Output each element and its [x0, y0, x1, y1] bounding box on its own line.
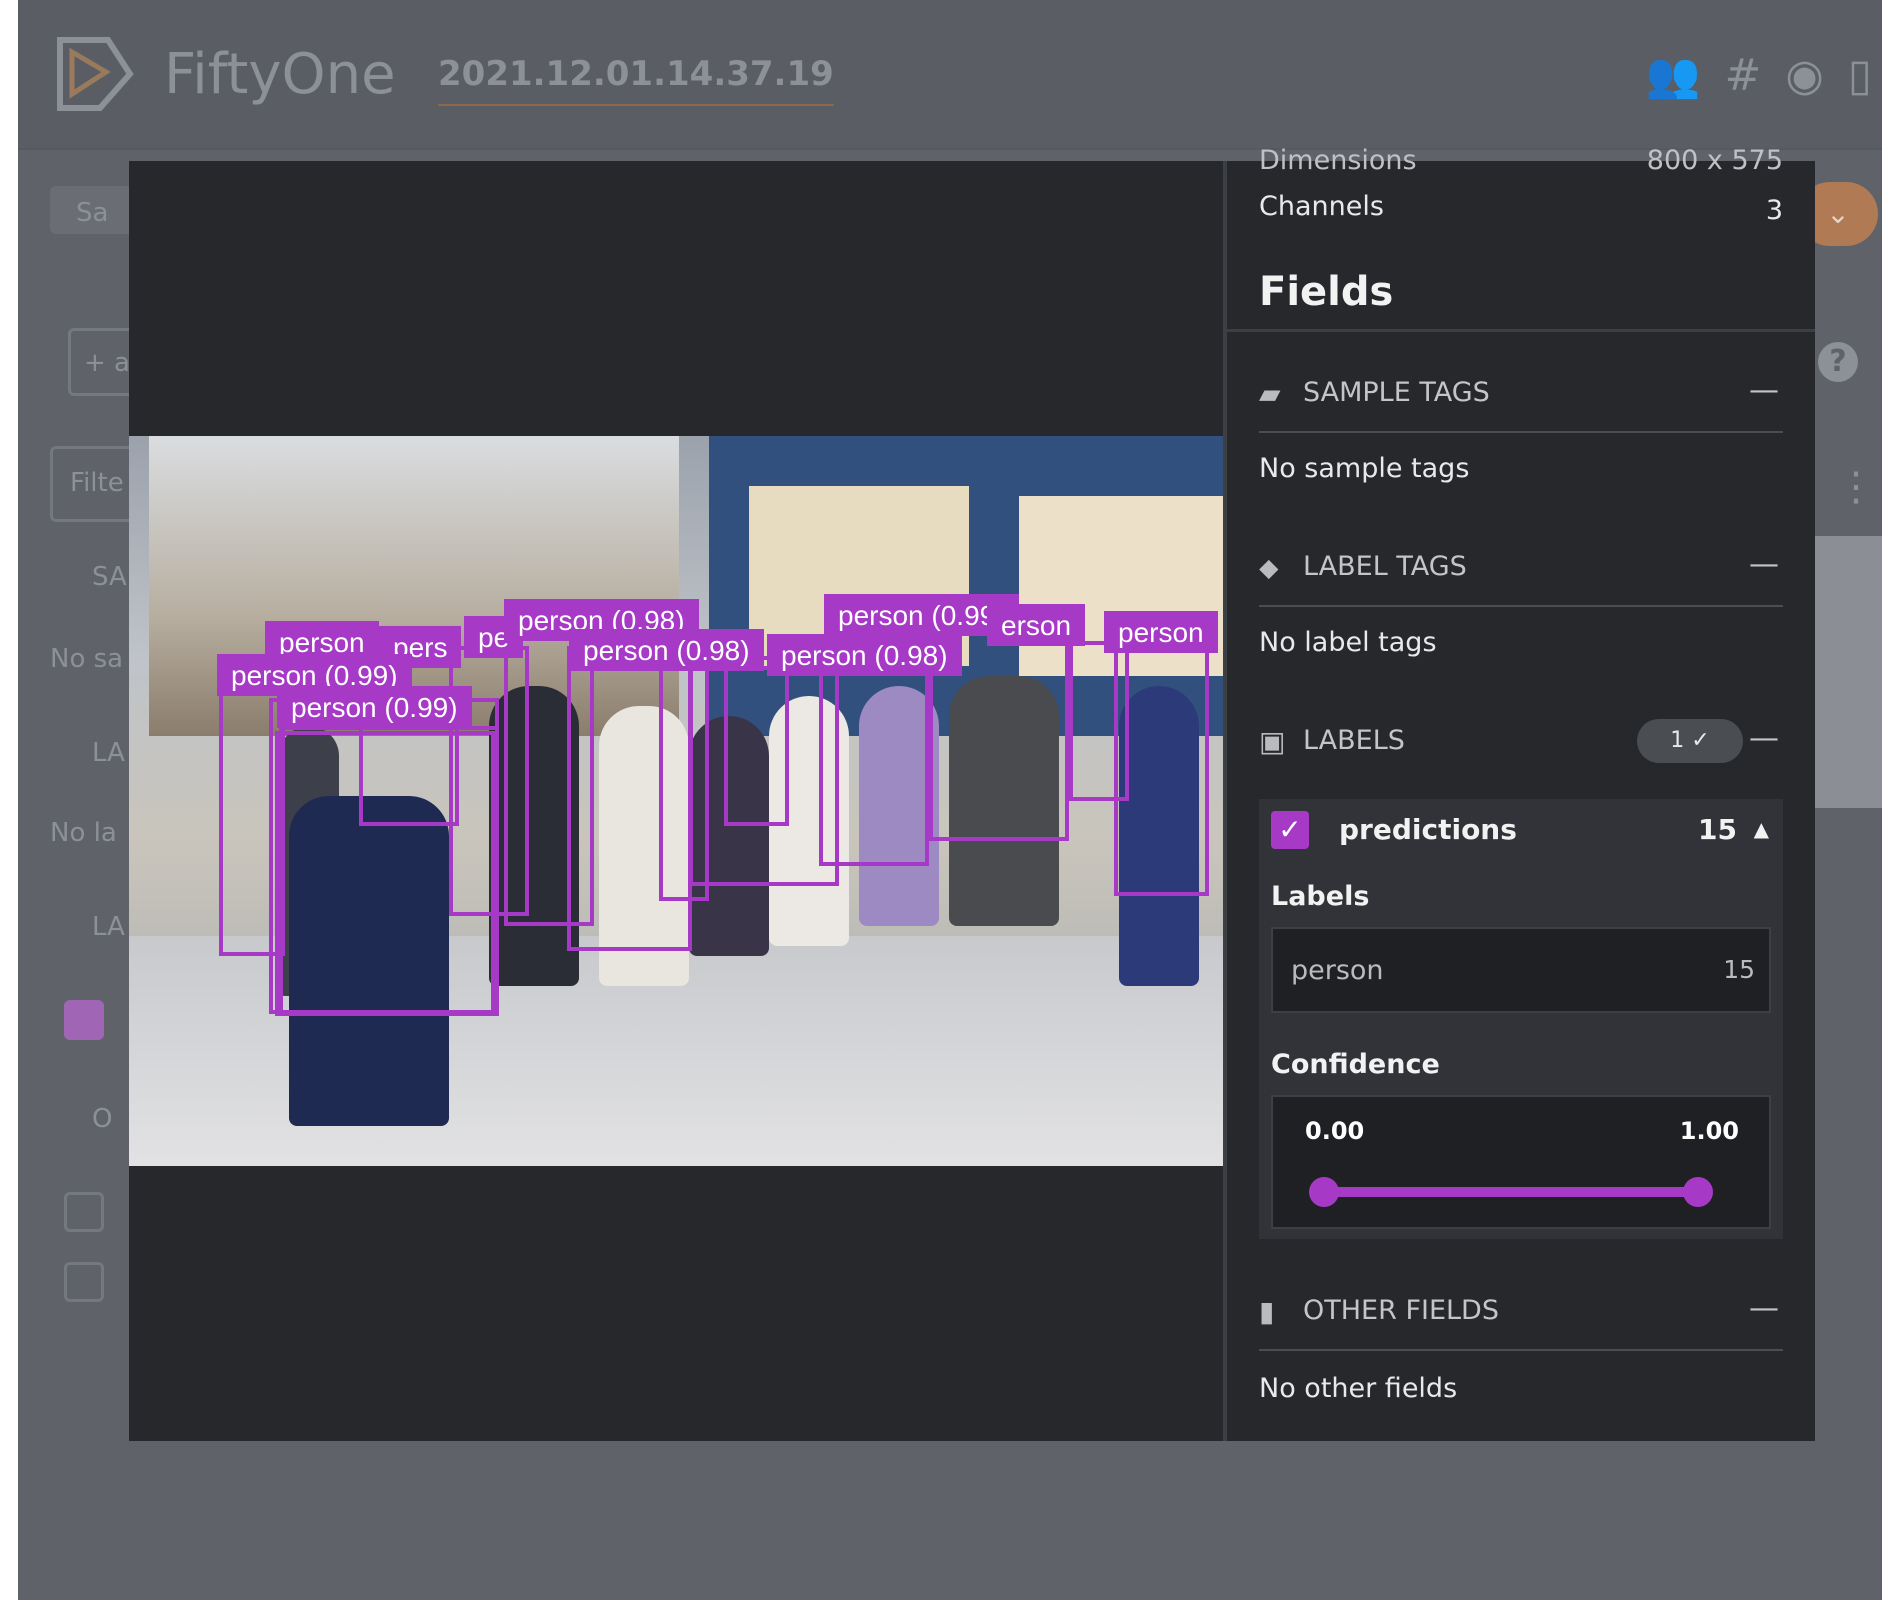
bg-filter-fragment: Filte — [70, 468, 124, 498]
bg-thumbnail — [1814, 536, 1882, 808]
help-icon: ? — [1818, 342, 1858, 382]
label-value: person — [1291, 955, 1384, 986]
fiftyone-logo-icon — [57, 37, 134, 111]
confidence-max-value[interactable]: 1.00 — [1680, 1117, 1739, 1145]
other-fields-section[interactable]: ▮ OTHER FIELDS — — [1259, 1289, 1783, 1351]
confidence-slider-max-handle[interactable] — [1683, 1177, 1713, 1207]
collapse-icon[interactable]: — — [1749, 373, 1779, 408]
bg-other-fragment: O — [92, 1104, 113, 1134]
detection-label: person (0.98) — [767, 634, 962, 676]
fields-heading: Fields — [1259, 269, 1394, 315]
confidence-slider-min-handle[interactable] — [1309, 1177, 1339, 1207]
image-labels-icon: ▣ — [1259, 725, 1286, 758]
bg-label-fragment: LA — [92, 738, 125, 768]
app-window: FiftyOne 2021.12.01.14.37.19 👥 # ◉ ▯ Sa … — [18, 0, 1882, 1600]
bg-checkbox — [64, 1192, 104, 1232]
fields-divider — [1227, 329, 1815, 332]
detection-label: person (0.99) — [277, 686, 472, 728]
labels-filter-heading: Labels — [1271, 881, 1370, 912]
predictions-field: ✓ predictions 15 ▲ Labels person 15 Conf… — [1259, 799, 1783, 1239]
docs-icon[interactable]: ▯ — [1848, 52, 1872, 100]
sample-tags-empty: No sample tags — [1259, 453, 1470, 484]
top-bar: FiftyOne 2021.12.01.14.37.19 👥 # ◉ ▯ — [18, 0, 1882, 150]
confidence-heading: Confidence — [1271, 1049, 1440, 1080]
other-fields-empty: No other fields — [1259, 1373, 1458, 1404]
tag-folder-icon: ▰ — [1259, 377, 1281, 410]
slack-icon[interactable]: # — [1725, 52, 1762, 100]
labels-title: LABELS — [1303, 725, 1405, 756]
detection-label: erson — [987, 604, 1086, 646]
other-fields-title: OTHER FIELDS — [1303, 1295, 1499, 1326]
collapse-icon[interactable]: — — [1749, 721, 1779, 756]
predictions-name[interactable]: predictions — [1339, 813, 1517, 846]
detection-label: person (0.98) — [569, 629, 764, 671]
header-icons: 👥 # ◉ ▯ — [1646, 52, 1872, 100]
bg-add-fragment: + a — [84, 348, 130, 378]
predictions-checkbox[interactable]: ✓ — [1271, 811, 1309, 849]
bg-no-sample-fragment: No sa — [50, 644, 124, 674]
chevron-up-icon[interactable]: ▲ — [1754, 817, 1769, 841]
channels-value: 3 — [1765, 195, 1783, 226]
confidence-min-value[interactable]: 0.00 — [1305, 1117, 1364, 1145]
team-icon[interactable]: 👥 — [1646, 52, 1701, 100]
dimensions-row: Dimensions 800 x 575 — [1259, 145, 1783, 176]
bg-sample-tags-fragment: SA — [92, 562, 127, 592]
label-tags-section[interactable]: ⬥ LABEL TAGS — — [1259, 545, 1783, 607]
labels-selected-badge[interactable]: 1 ✓ — [1637, 719, 1743, 763]
detection-label: person — [1104, 611, 1218, 653]
sample-tags-title: SAMPLE TAGS — [1303, 377, 1490, 408]
confidence-slider-box: 0.00 1.00 — [1271, 1095, 1771, 1229]
label-tag-icon: ⬥ — [1259, 551, 1279, 584]
bg-search-fragment: Sa — [76, 198, 109, 228]
bg-checkbox-checked — [64, 1000, 104, 1040]
sample-sidebar: Dimensions 800 x 575 Channels 3 Fields ▰… — [1227, 145, 1815, 1441]
detection-box[interactable] — [724, 656, 789, 826]
github-icon[interactable]: ◉ — [1785, 52, 1823, 100]
bar-chart-icon: ▮ — [1259, 1295, 1275, 1328]
dimensions-label: Dimensions — [1259, 145, 1417, 176]
label-value-row[interactable]: person 15 — [1271, 927, 1771, 1013]
sample-image: person pers pe person (0.99) person (0.9… — [129, 436, 1223, 1166]
brand-name: FiftyOne — [164, 42, 396, 107]
channels-label: Channels — [1259, 191, 1384, 222]
collapse-icon[interactable]: — — [1749, 1291, 1779, 1326]
image-viewer[interactable]: person pers pe person (0.99) person (0.9… — [129, 161, 1223, 1441]
sample-modal: person pers pe person (0.99) person (0.9… — [129, 145, 1815, 1441]
label-tags-empty: No label tags — [1259, 627, 1437, 658]
detection-box[interactable] — [1114, 626, 1209, 896]
label-tags-title: LABEL TAGS — [1303, 551, 1467, 582]
bg-labels-fragment: LA — [92, 912, 125, 942]
grid-icon: ⋮⋮ — [1836, 464, 1882, 510]
bg-checkbox — [64, 1262, 104, 1302]
confidence-slider-track[interactable] — [1323, 1187, 1699, 1197]
bg-no-label-fragment: No la — [50, 818, 117, 848]
label-value-count: 15 — [1723, 955, 1755, 984]
collapse-icon[interactable]: — — [1749, 547, 1779, 582]
channels-row: Channels 3 — [1259, 191, 1783, 226]
dimensions-value: 800 x 575 — [1646, 145, 1783, 176]
dataset-selector[interactable]: 2021.12.01.14.37.19 — [438, 54, 834, 106]
predictions-count: 15 — [1698, 813, 1737, 846]
labels-section[interactable]: ▣ LABELS 1 ✓ — — [1259, 719, 1783, 779]
sample-tags-section[interactable]: ▰ SAMPLE TAGS — — [1259, 371, 1783, 433]
